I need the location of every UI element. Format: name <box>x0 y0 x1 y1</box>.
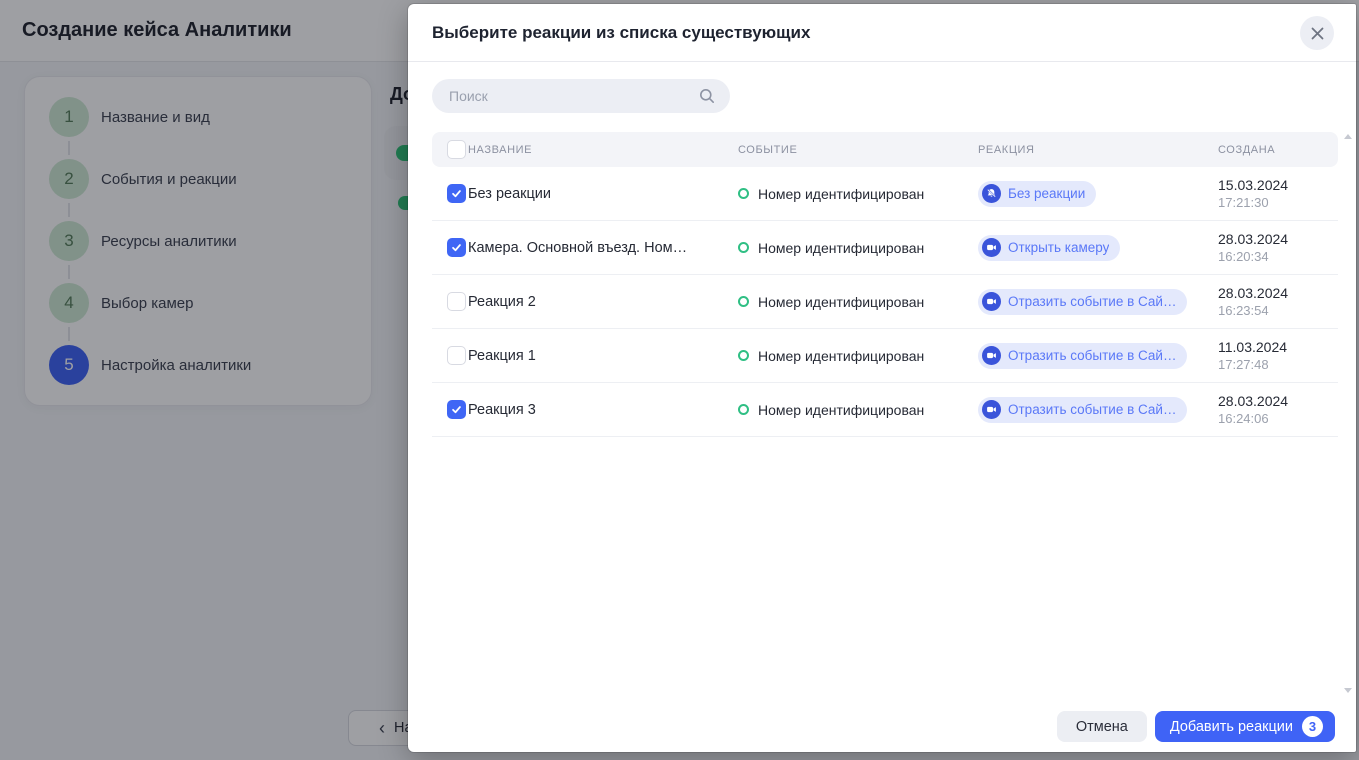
created-date: 15.03.2024 <box>1218 176 1338 194</box>
reaction-badge-icon <box>982 346 1001 365</box>
reaction-label: Открыть камеру <box>1008 240 1109 255</box>
row-checkbox[interactable] <box>447 400 466 419</box>
column-header-created: СОЗДАНА <box>1218 144 1338 156</box>
created-time: 16:20:34 <box>1218 248 1338 265</box>
reaction-name: Реакция 1 <box>468 348 536 364</box>
reaction-badge-icon <box>982 238 1001 257</box>
reaction-label: Отразить событие в Сай… <box>1008 348 1176 363</box>
check-icon <box>451 404 462 415</box>
column-header-event: СОБЫТИЕ <box>738 144 797 156</box>
scroll-down-icon[interactable] <box>1344 688 1352 693</box>
cancel-button[interactable]: Отмена <box>1057 711 1147 742</box>
camera-icon <box>986 404 997 415</box>
created-time: 16:23:54 <box>1218 302 1338 319</box>
reaction-name: Реакция 3 <box>468 402 536 418</box>
reactions-table: НАЗВАНИЕ СОБЫТИЕ РЕАКЦИЯ СОЗДАНА Без реа… <box>432 132 1338 437</box>
reaction-name: Реакция 2 <box>468 294 536 310</box>
search-input[interactable] <box>432 79 687 113</box>
reaction-badge: Открыть камеру <box>978 235 1120 261</box>
search-icon <box>699 88 715 109</box>
add-reactions-button[interactable]: Добавить реакции 3 <box>1155 711 1335 742</box>
modal-footer: Отмена Добавить реакции 3 <box>408 711 1356 752</box>
reaction-badge: Отразить событие в Сай… <box>978 289 1187 315</box>
row-checkbox[interactable] <box>447 184 466 203</box>
reaction-name: Без реакции <box>468 186 551 202</box>
reaction-label: Без реакции <box>1008 186 1085 201</box>
modal-header: Выберите реакции из списка существующих <box>408 4 1356 62</box>
reaction-label: Отразить событие в Сай… <box>1008 402 1176 417</box>
screen: Создание кейса Аналитики 1 Название и ви… <box>0 0 1359 760</box>
column-header-reaction: РЕАКЦИЯ <box>978 144 1035 156</box>
created-time: 17:27:48 <box>1218 356 1338 373</box>
event-name: Номер идентифицирован <box>758 402 924 418</box>
created-date: 28.03.2024 <box>1218 284 1338 302</box>
row-checkbox[interactable] <box>447 238 466 257</box>
row-checkbox[interactable] <box>447 292 466 311</box>
reaction-badge-icon <box>982 292 1001 311</box>
created-date: 11.03.2024 <box>1218 338 1338 356</box>
bell-off-icon <box>986 188 997 199</box>
table-header-row: НАЗВАНИЕ СОБЫТИЕ РЕАКЦИЯ СОЗДАНА <box>432 132 1338 167</box>
check-icon <box>451 188 462 199</box>
modal-body: НАЗВАНИЕ СОБЫТИЕ РЕАКЦИЯ СОЗДАНА Без реа… <box>408 62 1356 437</box>
event-name: Номер идентифицирован <box>758 240 924 256</box>
event-name: Номер идентифицирован <box>758 348 924 364</box>
reaction-label: Отразить событие в Сай… <box>1008 294 1176 309</box>
table-row[interactable]: Камера. Основной въезд. Ном… Номер идент… <box>432 221 1338 275</box>
reaction-badge: Отразить событие в Сай… <box>978 397 1187 423</box>
select-all-checkbox[interactable] <box>447 140 466 159</box>
table-row[interactable]: Реакция 1 Номер идентифицирован Отразить… <box>432 329 1338 383</box>
column-header-name: НАЗВАНИЕ <box>468 144 532 156</box>
event-status-icon <box>738 242 749 253</box>
modal-title: Выберите реакции из списка существующих <box>432 23 810 43</box>
camera-icon <box>986 350 997 361</box>
reaction-badge-icon <box>982 400 1001 419</box>
reaction-badge: Отразить событие в Сай… <box>978 343 1187 369</box>
reaction-badge: Без реакции <box>978 181 1096 207</box>
event-status-icon <box>738 404 749 415</box>
table-body: Без реакции Номер идентифицирован Без ре… <box>432 167 1338 437</box>
created-date: 28.03.2024 <box>1218 392 1338 410</box>
table-row[interactable]: Без реакции Номер идентифицирован Без ре… <box>432 167 1338 221</box>
check-icon <box>451 242 462 253</box>
created-time: 16:24:06 <box>1218 410 1338 427</box>
table-row[interactable]: Реакция 2 Номер идентифицирован Отразить… <box>432 275 1338 329</box>
created-date: 28.03.2024 <box>1218 230 1338 248</box>
event-name: Номер идентифицирован <box>758 186 924 202</box>
close-icon <box>1311 27 1324 40</box>
reaction-name: Камера. Основной въезд. Ном… <box>468 240 687 256</box>
reaction-badge-icon <box>982 184 1001 203</box>
close-button[interactable] <box>1300 16 1334 50</box>
created-time: 17:21:30 <box>1218 194 1338 211</box>
add-reactions-label: Добавить реакции <box>1170 719 1293 735</box>
event-status-icon <box>738 188 749 199</box>
row-checkbox[interactable] <box>447 346 466 365</box>
event-status-icon <box>738 296 749 307</box>
selected-count-badge: 3 <box>1302 716 1323 737</box>
table-row[interactable]: Реакция 3 Номер идентифицирован Отразить… <box>432 383 1338 437</box>
camera-icon <box>986 242 997 253</box>
search-box <box>432 79 730 113</box>
event-status-icon <box>738 350 749 361</box>
scroll-up-icon[interactable] <box>1344 134 1352 139</box>
select-reactions-modal: Выберите реакции из списка существующих <box>408 4 1356 752</box>
camera-icon <box>986 296 997 307</box>
event-name: Номер идентифицирован <box>758 294 924 310</box>
